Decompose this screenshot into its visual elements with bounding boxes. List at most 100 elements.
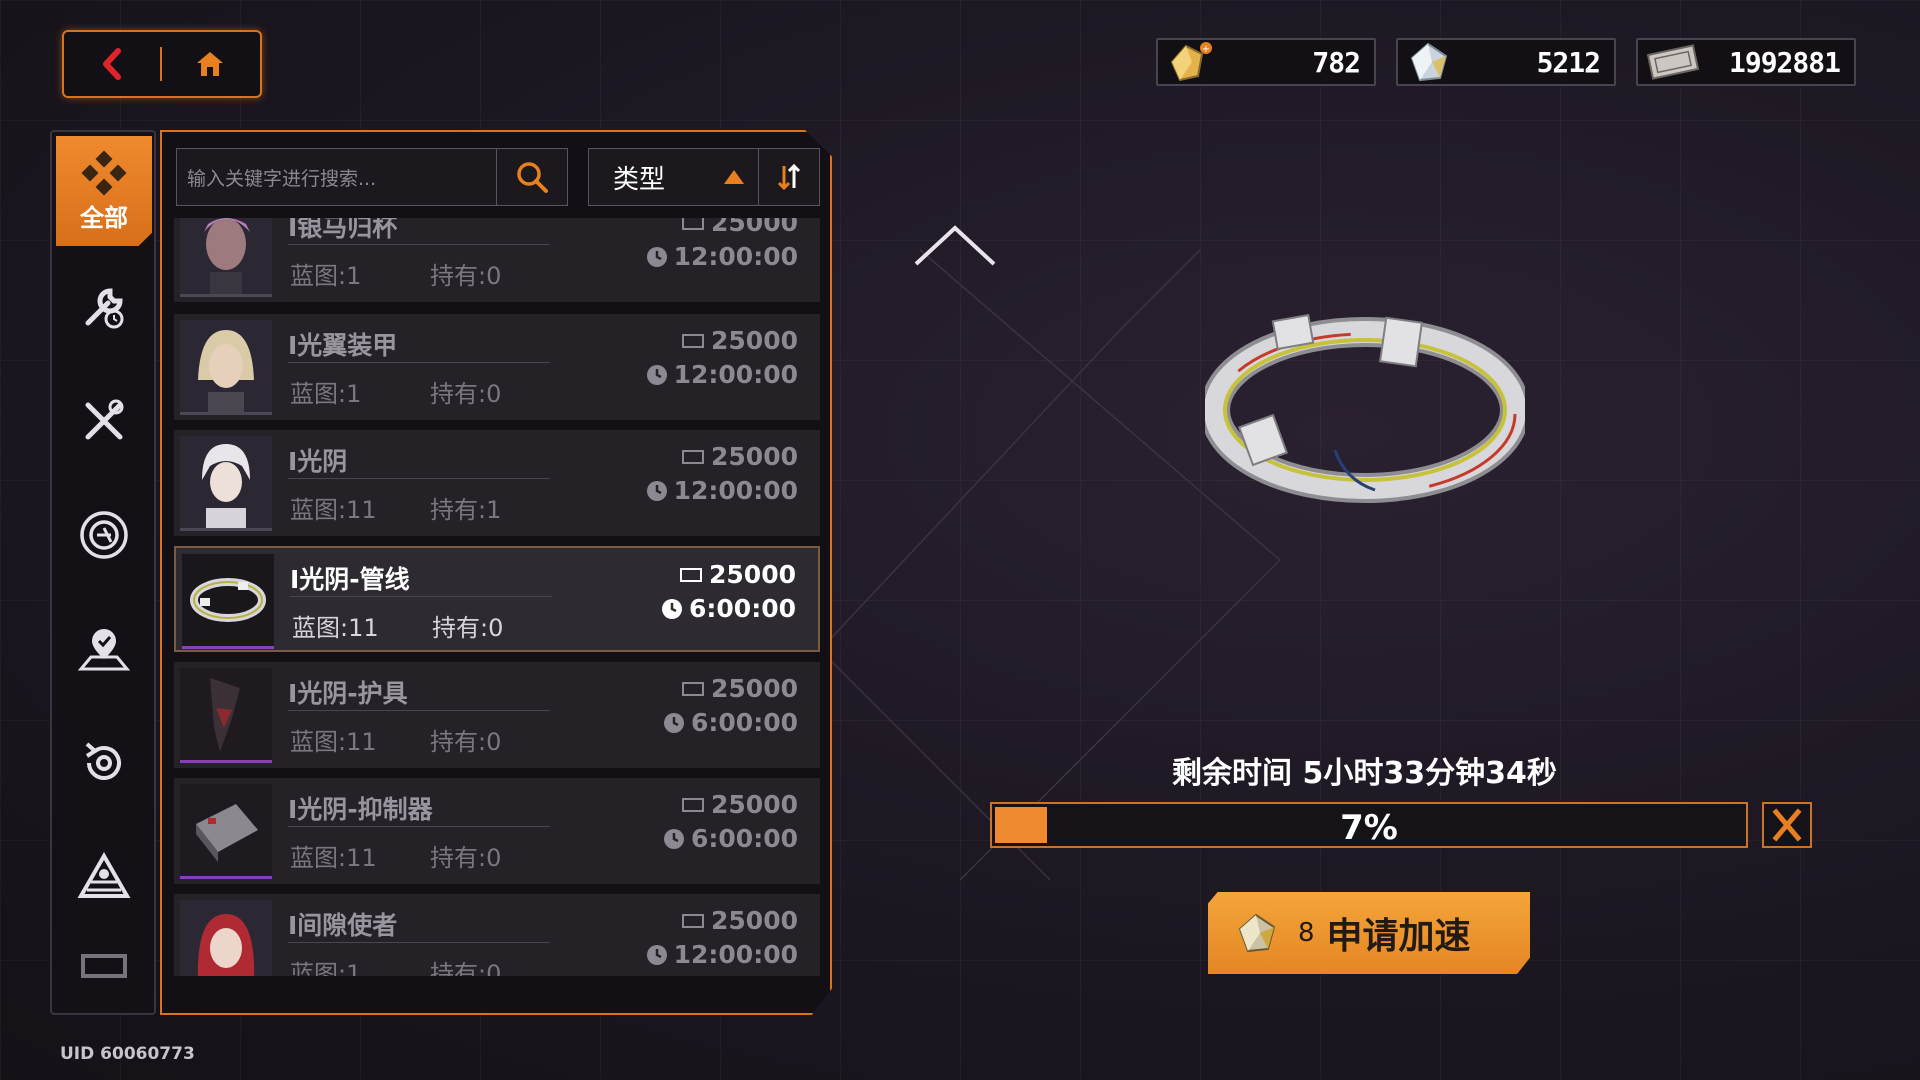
back-arrow-icon	[103, 48, 121, 80]
clock-icon	[646, 944, 667, 965]
item-name: I间隙使者	[288, 911, 398, 940]
item-cost: 25000	[681, 326, 798, 355]
gold-crystal-icon: +	[1170, 42, 1212, 82]
item-name: I光阴-管线	[290, 565, 410, 594]
close-icon	[1772, 808, 1802, 842]
suppressor-device-thumbnail	[180, 784, 272, 876]
item-time: 12:00:00	[646, 360, 798, 389]
item-divider	[290, 596, 552, 597]
item-owned-count: 持有:0	[430, 960, 502, 976]
back-button[interactable]	[64, 32, 160, 96]
chevron-up-icon[interactable]	[912, 220, 998, 270]
clock-icon	[664, 828, 685, 849]
search-icon	[517, 162, 548, 193]
currency-ticket: 1992881	[1636, 38, 1856, 86]
category-badge[interactable]	[56, 594, 152, 704]
type-filter[interactable]: 类型	[588, 148, 820, 206]
search-button[interactable]	[496, 149, 567, 205]
sort-arrows-icon	[777, 163, 801, 191]
item-owned-count: 持有:0	[430, 728, 502, 756]
item-owned-count: 持有:0	[430, 844, 502, 872]
item-thumbnail	[180, 668, 272, 763]
category-hazard[interactable]	[56, 822, 152, 932]
item-time-value: 6:00:00	[689, 594, 796, 623]
item-divider	[288, 710, 550, 711]
type-filter-label: 类型	[613, 164, 666, 195]
currency-value: 1992881	[1728, 45, 1841, 79]
clock-icon	[664, 712, 685, 733]
category-all-label: 全部	[80, 203, 128, 232]
item-cost: 25000	[681, 906, 798, 935]
item-divider	[288, 826, 550, 827]
progress-bar: 7%	[990, 802, 1748, 848]
item-cost-value: 25000	[711, 326, 798, 355]
item-name: I光阴-抑制器	[288, 795, 433, 824]
remaining-time: 剩余时间 5小时33分钟34秒	[1172, 756, 1557, 791]
item-name: I银马归杯	[288, 218, 398, 242]
item-name: I光阴	[288, 447, 348, 476]
speedup-button[interactable]: 8 申请加速	[1208, 892, 1530, 974]
ticket-icon	[682, 681, 705, 696]
list-item[interactable]: I光阴-护具 蓝图:11 持有:0 25000 6:00:00	[174, 662, 820, 768]
item-thumbnail	[182, 554, 274, 649]
item-name: I光翼装甲	[288, 331, 398, 360]
search-box[interactable]: 输入关键字进行搜索...	[176, 148, 568, 206]
category-wrench[interactable]	[56, 252, 152, 362]
search-input[interactable]: 输入关键字进行搜索...	[177, 164, 496, 191]
cycle-icon	[85, 742, 121, 780]
home-button[interactable]	[162, 32, 258, 96]
currency-value: 5212	[1536, 45, 1601, 79]
hazard-icon	[77, 852, 131, 898]
target-icon	[80, 511, 128, 559]
item-cost-value: 25000	[711, 218, 798, 237]
category-cycle[interactable]	[56, 708, 152, 818]
item-cost: 25000	[681, 790, 798, 819]
crystal-icon	[1410, 42, 1448, 82]
item-time: 6:00:00	[661, 594, 796, 623]
item-blueprint-count: 蓝图:1	[290, 262, 362, 290]
item-divider	[288, 244, 550, 245]
list-item[interactable]: I光阴-抑制器 蓝图:11 持有:0 25000 6:00:00	[174, 778, 820, 884]
ticket-icon	[682, 797, 705, 812]
item-blueprint-count: 蓝图:1	[290, 380, 362, 408]
item-time: 6:00:00	[663, 708, 798, 737]
cancel-button[interactable]	[1762, 802, 1812, 848]
item-blueprint-count: 蓝图:1	[290, 960, 362, 976]
clock-icon	[646, 480, 667, 501]
character-portrait	[180, 218, 272, 294]
category-target[interactable]	[56, 480, 152, 590]
triangle-up-icon	[724, 170, 744, 184]
speedup-label: 申请加速	[1326, 916, 1471, 957]
cable-coil-image	[1205, 313, 1525, 503]
item-thumbnail	[180, 900, 272, 976]
category-device[interactable]	[56, 932, 152, 1002]
category-all[interactable]: 全部	[56, 136, 152, 246]
item-owned-count: 持有:0	[432, 614, 504, 642]
item-cost-value: 25000	[711, 906, 798, 935]
currency-gold-crystal: + 782	[1156, 38, 1376, 86]
list-item[interactable]: I光阴 蓝图:11 持有:1 25000 12:00:00	[174, 430, 820, 536]
clock-icon	[662, 598, 683, 619]
list-item[interactable]: I间隙使者 蓝图:1 持有:0 25000 12:00:00	[174, 894, 820, 976]
item-cost: 25000	[681, 674, 798, 703]
item-time-value: 12:00:00	[673, 940, 798, 969]
item-divider	[288, 478, 550, 479]
list-item[interactable]: I光翼装甲 蓝图:1 持有:0 25000 12:00:00	[174, 314, 820, 420]
clock-icon	[646, 246, 667, 267]
nav-buttons	[62, 30, 262, 98]
blueprint-list: I银马归杯 蓝图:1 持有:0 25000 12:00:00 I光翼装甲 蓝图:…	[174, 218, 820, 976]
item-thumbnail	[180, 218, 272, 297]
item-time: 12:00:00	[646, 242, 798, 271]
armor-piece-thumbnail	[180, 668, 272, 760]
list-item[interactable]: I银马归杯 蓝图:1 持有:0 25000 12:00:00	[174, 218, 820, 302]
sort-order-button[interactable]	[758, 149, 819, 205]
list-item-selected[interactable]: I光阴-管线 蓝图:11 持有:0 25000 6:00:00	[174, 546, 820, 652]
item-thumbnail	[180, 784, 272, 879]
item-name: I光阴-护具	[288, 679, 408, 708]
character-portrait	[180, 900, 272, 976]
category-tools[interactable]	[56, 366, 152, 476]
cable-coil-thumbnail	[182, 554, 274, 646]
clock-icon	[646, 364, 667, 385]
item-blueprint-count: 蓝图:11	[290, 728, 377, 756]
item-divider	[288, 362, 550, 363]
